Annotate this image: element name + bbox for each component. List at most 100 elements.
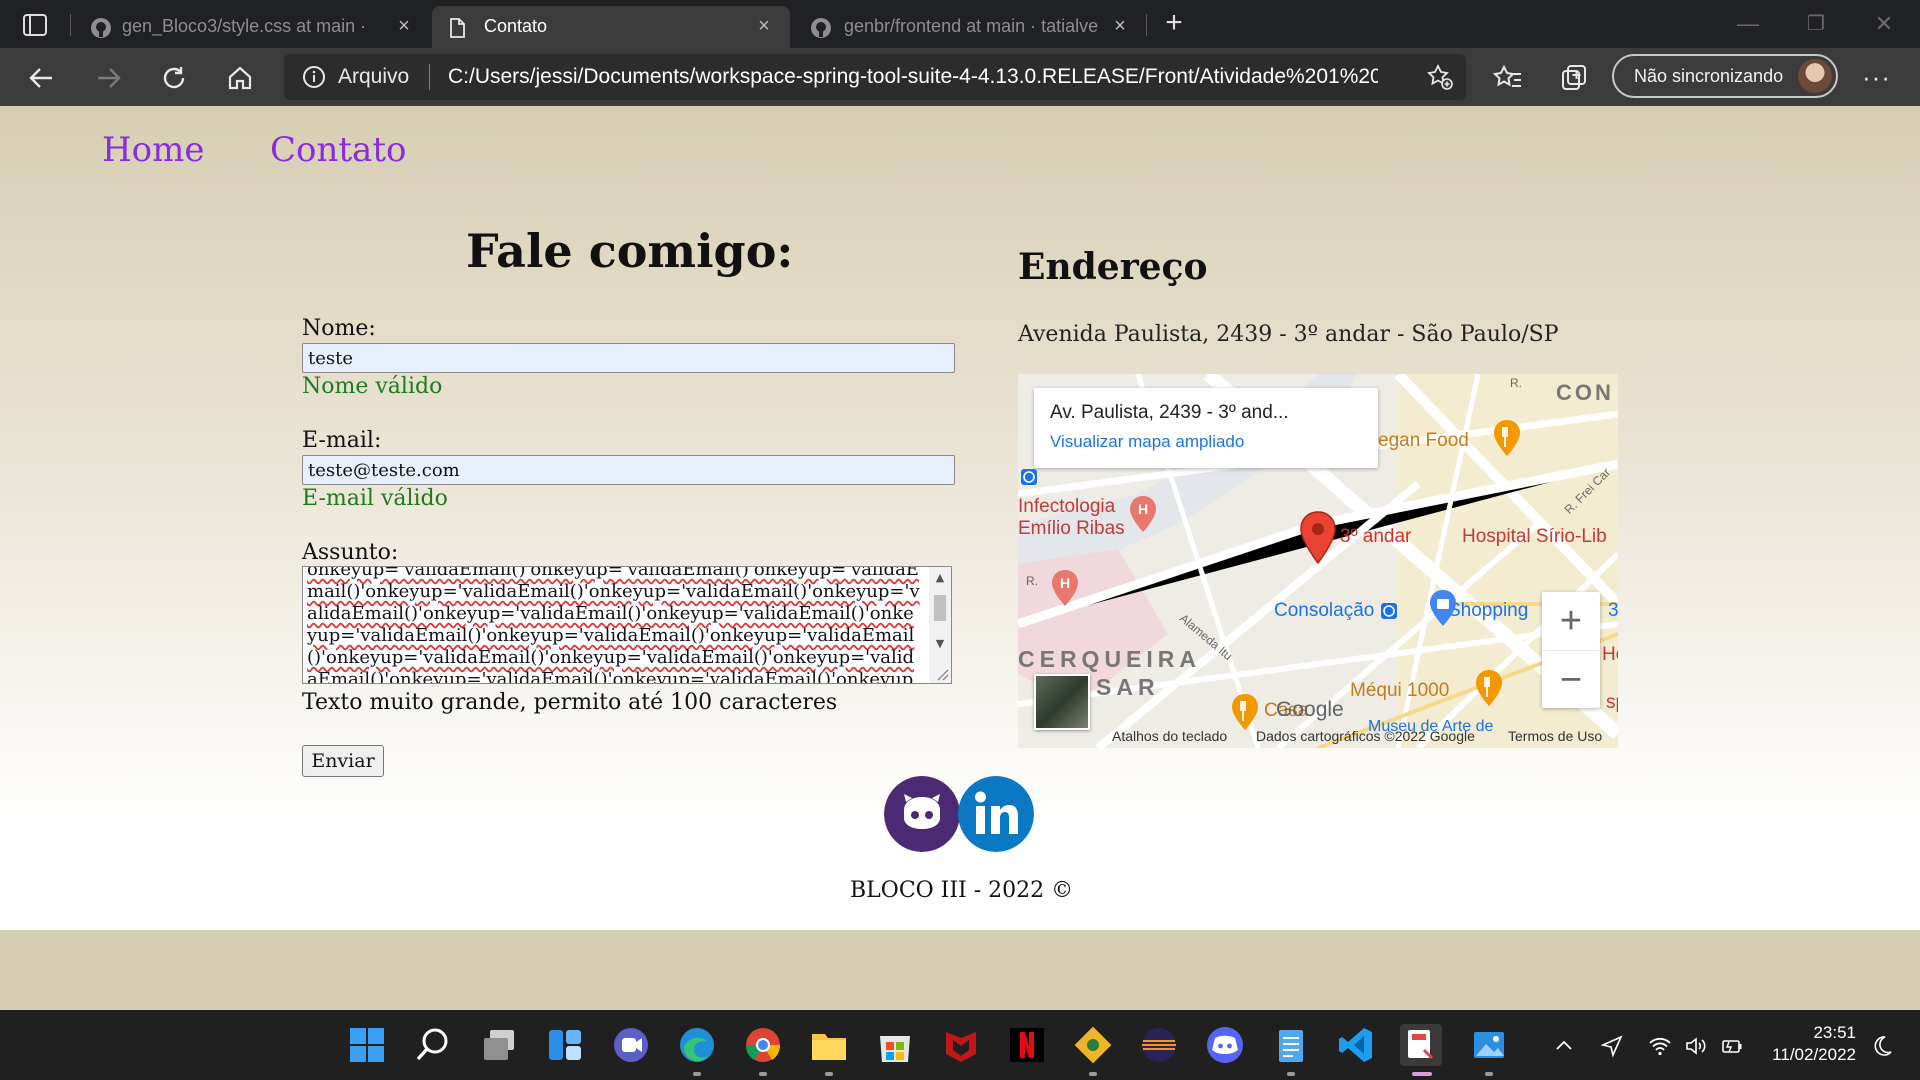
chrome-icon[interactable] [742, 1024, 784, 1066]
zoom-in-button[interactable]: + [1542, 592, 1600, 650]
metro-station-icon [1021, 469, 1037, 485]
resize-grip-icon[interactable] [935, 667, 949, 681]
terms-of-use-link[interactable]: Termos de Uso [1508, 728, 1602, 744]
map-label-r: R. [1510, 376, 1522, 390]
subject-textarea[interactable]: onkeyup='validaEmail()'onkeyup='validaEm… [302, 566, 952, 684]
hospital-pin-icon: H [1052, 570, 1078, 606]
microsoft-store-icon[interactable] [874, 1024, 916, 1066]
home-icon[interactable] [222, 60, 258, 96]
zoom-out-button[interactable]: − [1542, 650, 1600, 708]
scroll-up-icon[interactable]: ▲ [933, 571, 947, 585]
restore-button[interactable]: ❐ [1786, 6, 1846, 42]
close-tab-icon[interactable]: × [754, 16, 774, 36]
edge-icon[interactable] [676, 1024, 718, 1066]
more-options-icon[interactable]: ··· [1862, 62, 1891, 93]
system-clock[interactable]: 23:51 11/02/2022 [1760, 1022, 1856, 1066]
metro-station-icon [1381, 603, 1397, 619]
address-title: Endereço [1018, 246, 1208, 288]
subject-validation-message: Texto muito grande, permito até 100 cara… [302, 690, 838, 715]
close-tab-icon[interactable]: × [394, 16, 414, 36]
notepad-icon[interactable] [1270, 1024, 1312, 1066]
satellite-toggle-thumbnail[interactable] [1034, 674, 1090, 730]
file-explorer-icon[interactable] [808, 1024, 850, 1066]
textarea-scrollbar[interactable]: ▲ ▼ [929, 567, 951, 683]
name-validation-message: Nome válido [302, 374, 443, 399]
embedded-map[interactable]: Av. Paulista, 2439 - 3º and... Visualiza… [1018, 374, 1618, 748]
focus-moon-icon[interactable] [1870, 1034, 1894, 1058]
map-info-card: Av. Paulista, 2439 - 3º and... Visualiza… [1034, 388, 1378, 468]
tab-title: Contato [484, 16, 548, 36]
close-tab-icon[interactable]: × [1110, 16, 1130, 36]
map-label-r: R. [1026, 574, 1038, 588]
sync-status-label: Não sincronizando [1634, 66, 1784, 86]
widgets-icon[interactable] [544, 1024, 586, 1066]
svg-text:H: H [1138, 501, 1148, 517]
submit-button[interactable]: Enviar [302, 745, 384, 777]
tab-genbr-frontend[interactable]: genbr/frontend at main · tatialve × [796, 6, 1142, 48]
forward-icon[interactable] [90, 60, 126, 96]
form-title: Fale comigo: [466, 224, 794, 278]
teams-chat-icon[interactable] [610, 1024, 652, 1066]
email-input[interactable] [302, 455, 955, 485]
windows-taskbar: 23:51 11/02/2022 [0, 1010, 1920, 1080]
menu-link-contato[interactable]: Contato [270, 130, 406, 170]
vscode-icon[interactable] [1336, 1024, 1378, 1066]
tab-style-css[interactable]: gen_Bloco3/style.css at main · ed × [76, 6, 426, 48]
scroll-down-icon[interactable]: ▼ [933, 637, 947, 651]
add-favorite-icon[interactable] [1426, 63, 1454, 91]
windows-start-icon[interactable] [346, 1024, 388, 1066]
github-icon[interactable] [884, 776, 960, 852]
tab-bar: gen_Bloco3/style.css at main · ed × Cont… [0, 0, 1920, 48]
battery-icon[interactable] [1720, 1034, 1744, 1058]
tab-contato[interactable]: Contato × [432, 6, 790, 48]
google-logo: Google [1276, 698, 1344, 721]
scroll-thumb[interactable] [934, 595, 946, 621]
eclipse-icon[interactable] [1138, 1024, 1180, 1066]
new-tab-button[interactable]: + [1158, 8, 1190, 40]
task-view-icon[interactable] [478, 1024, 520, 1066]
site-info-label[interactable]: Arquivo [338, 65, 409, 89]
keyboard-shortcuts-link[interactable]: Atalhos do teclado [1112, 728, 1227, 744]
tab-title: gen_Bloco3/style.css at main · ed [122, 16, 372, 36]
url-text[interactable]: C:/Users/jessi/Documents/workspace-sprin… [448, 65, 1378, 89]
chevron-up-icon[interactable] [1552, 1034, 1576, 1058]
profile-sync-button[interactable]: Não sincronizando [1612, 54, 1838, 98]
minimize-button[interactable]: — [1718, 6, 1778, 42]
name-input[interactable] [302, 343, 955, 373]
map-pin-icon[interactable] [1298, 510, 1338, 566]
info-icon[interactable] [302, 65, 326, 89]
volume-icon[interactable] [1684, 1034, 1708, 1058]
tab-actions-icon[interactable] [20, 12, 50, 38]
search-icon[interactable] [412, 1024, 454, 1066]
subject-label: Assunto: [302, 540, 399, 565]
spring-tool-suite-icon[interactable] [1400, 1024, 1442, 1066]
mcafee-icon[interactable] [940, 1024, 982, 1066]
wifi-icon[interactable] [1648, 1034, 1672, 1058]
gitkraken-icon[interactable] [1072, 1024, 1114, 1066]
favorites-icon[interactable] [1490, 60, 1526, 96]
back-icon[interactable] [24, 60, 60, 96]
photos-icon[interactable] [1468, 1024, 1510, 1066]
address-bar[interactable]: Arquivo C:/Users/jessi/Documents/workspa… [284, 54, 1466, 100]
running-indicator [1089, 1072, 1097, 1076]
address-separator [429, 64, 430, 90]
map-zoom-control: + − [1542, 592, 1600, 708]
map-label-vegan-food: egan Food [1378, 430, 1469, 451]
map-label-3-andar: 3º andar [1340, 526, 1412, 547]
netflix-icon[interactable] [1006, 1024, 1048, 1066]
active-indicator [1412, 1072, 1432, 1076]
tab-title: genbr/frontend at main · tatialve [844, 16, 1099, 36]
map-label-cerqueira: CERQUEIRA [1018, 646, 1202, 672]
close-window-button[interactable]: ✕ [1854, 6, 1914, 42]
linkedin-icon[interactable] [958, 776, 1034, 852]
discord-icon[interactable] [1204, 1024, 1246, 1066]
restaurant-pin-icon [1476, 670, 1502, 706]
collections-icon[interactable] [1556, 60, 1592, 96]
view-larger-map-link[interactable]: Visualizar mapa ampliado [1050, 432, 1244, 452]
navigation-bar: Arquivo C:/Users/jessi/Documents/workspa… [0, 48, 1920, 106]
refresh-icon[interactable] [156, 60, 192, 96]
location-icon[interactable] [1600, 1034, 1624, 1058]
footer-credit: BLOCO III - 2022 © [850, 878, 1074, 903]
map-place-title: Av. Paulista, 2439 - 3º and... [1050, 402, 1289, 423]
menu-link-home[interactable]: Home [102, 130, 204, 170]
